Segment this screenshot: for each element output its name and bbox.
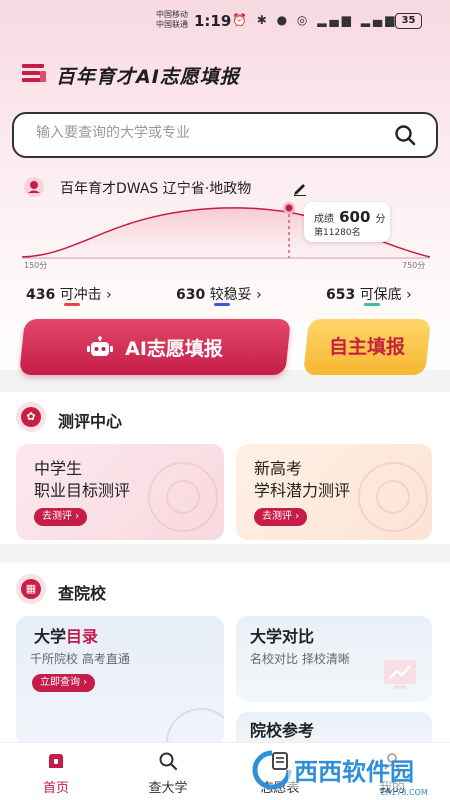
reference-title: 院校参考 <box>250 721 315 740</box>
eval-center-icon: ✿ <box>16 402 46 432</box>
subject-eval-line1: 新高考 <box>254 459 303 478</box>
tier-reach[interactable]: 436 可冲击 › <box>26 284 112 306</box>
career-eval-line2: 职业目标测评 <box>34 481 131 500</box>
ai-fill-button[interactable]: AI志愿填报 <box>19 319 291 375</box>
carrier-labels: 中国移动 中国联通 <box>156 10 188 29</box>
target-decoration <box>376 480 410 514</box>
tier-safe-underline <box>214 303 230 306</box>
app-title: 百年育才AI志愿填报 <box>56 66 240 88</box>
eval-center-title: 测评中心 <box>58 412 123 431</box>
axis-min-label: 150分 <box>24 261 48 270</box>
school-search-icon: ▦ <box>16 574 46 604</box>
status-icons: ⏰ ✱ ● ◎ ▂▄▆ ▂▄▆ <box>232 13 398 27</box>
subject-eval-line2: 学科潜力测评 <box>254 481 351 500</box>
search-icon[interactable] <box>394 124 416 146</box>
tier-backup-underline <box>364 303 380 306</box>
score-unit: 分 <box>375 214 386 225</box>
app-logo-icon <box>22 64 46 82</box>
nav-search-university[interactable]: 查大学 <box>112 743 224 800</box>
ai-fill-label: AI志愿填报 <box>125 337 223 360</box>
edit-icon[interactable] <box>292 180 308 196</box>
tier-backup[interactable]: 653 可保底 › <box>326 284 412 306</box>
career-eval-go-button[interactable]: 去测评 › <box>34 508 88 526</box>
chevron-right-icon: › <box>106 287 112 303</box>
compare-subtitle: 名校对比 择校清晰 <box>250 652 350 666</box>
tier-safe[interactable]: 630 较稳妥 › <box>176 284 262 306</box>
eval-center-section: ✿ 测评中心 中学生 职业目标测评 去测评 › 新高考 学科潜力测评 去测评 › <box>0 392 450 544</box>
self-fill-button[interactable]: 自主填报 <box>303 319 431 375</box>
target-decoration <box>166 480 200 514</box>
score-label: 成绩 <box>314 214 334 225</box>
chevron-right-icon: › <box>256 287 262 303</box>
site-watermark: 西西软件园 CR173.COM <box>252 750 440 797</box>
watermark-text: 西西软件园 <box>294 758 414 786</box>
university-catalog-card[interactable]: 大学目录 千所院校 高考直通 立即查询 › <box>16 616 224 746</box>
university-compare-card[interactable]: 大学对比 名校对比 择校清晰 <box>236 616 432 702</box>
search-icon <box>159 752 178 771</box>
chart-icon <box>384 660 416 689</box>
career-eval-line1: 中学生 <box>34 459 83 478</box>
search-input[interactable] <box>36 125 376 141</box>
compare-title: 大学对比 <box>250 627 315 646</box>
search-bar[interactable] <box>12 112 438 158</box>
status-bar: 中国移动 中国联通 1:19 ⏰ ✱ ● ◎ ▂▄▆ ▂▄▆ 35 <box>0 0 450 44</box>
subject-eval-card[interactable]: 新高考 学科潜力测评 去测评 › <box>236 444 432 540</box>
catalog-title: 大学目录 <box>34 627 99 646</box>
watermark-domain: CR173.COM <box>380 788 428 797</box>
catalog-subtitle: 千所院校 高考直通 <box>30 652 130 666</box>
home-icon <box>49 754 63 768</box>
score-tooltip: 成绩 600 分 第11280名 <box>304 202 390 242</box>
profile-info[interactable]: 百年育才DWAS 辽宁省·地政物 <box>60 178 251 198</box>
school-search-section: ▦ 查院校 大学目录 千所院校 高考直通 立即查询 › 大学对比 名校对比 择校… <box>0 562 450 752</box>
subject-eval-go-button[interactable]: 去测评 › <box>254 508 308 526</box>
nav-home[interactable]: 首页 <box>0 743 112 800</box>
location-icon <box>24 177 44 197</box>
tier-reach-underline <box>64 303 80 306</box>
robot-icon <box>87 336 114 356</box>
target-decoration <box>166 708 224 746</box>
score-value: 600 <box>339 208 371 226</box>
score-rank: 第11280名 <box>314 228 361 238</box>
school-search-title: 查院校 <box>58 584 107 603</box>
status-time: 1:19 <box>194 12 232 30</box>
axis-max-label: 750分 <box>402 261 426 270</box>
battery-icon: 35 <box>395 13 422 29</box>
career-eval-card[interactable]: 中学生 职业目标测评 去测评 › <box>16 444 224 540</box>
self-fill-label: 自主填报 <box>328 336 405 358</box>
chevron-right-icon: › <box>406 287 412 303</box>
catalog-query-button[interactable]: 立即查询 › <box>32 674 96 692</box>
